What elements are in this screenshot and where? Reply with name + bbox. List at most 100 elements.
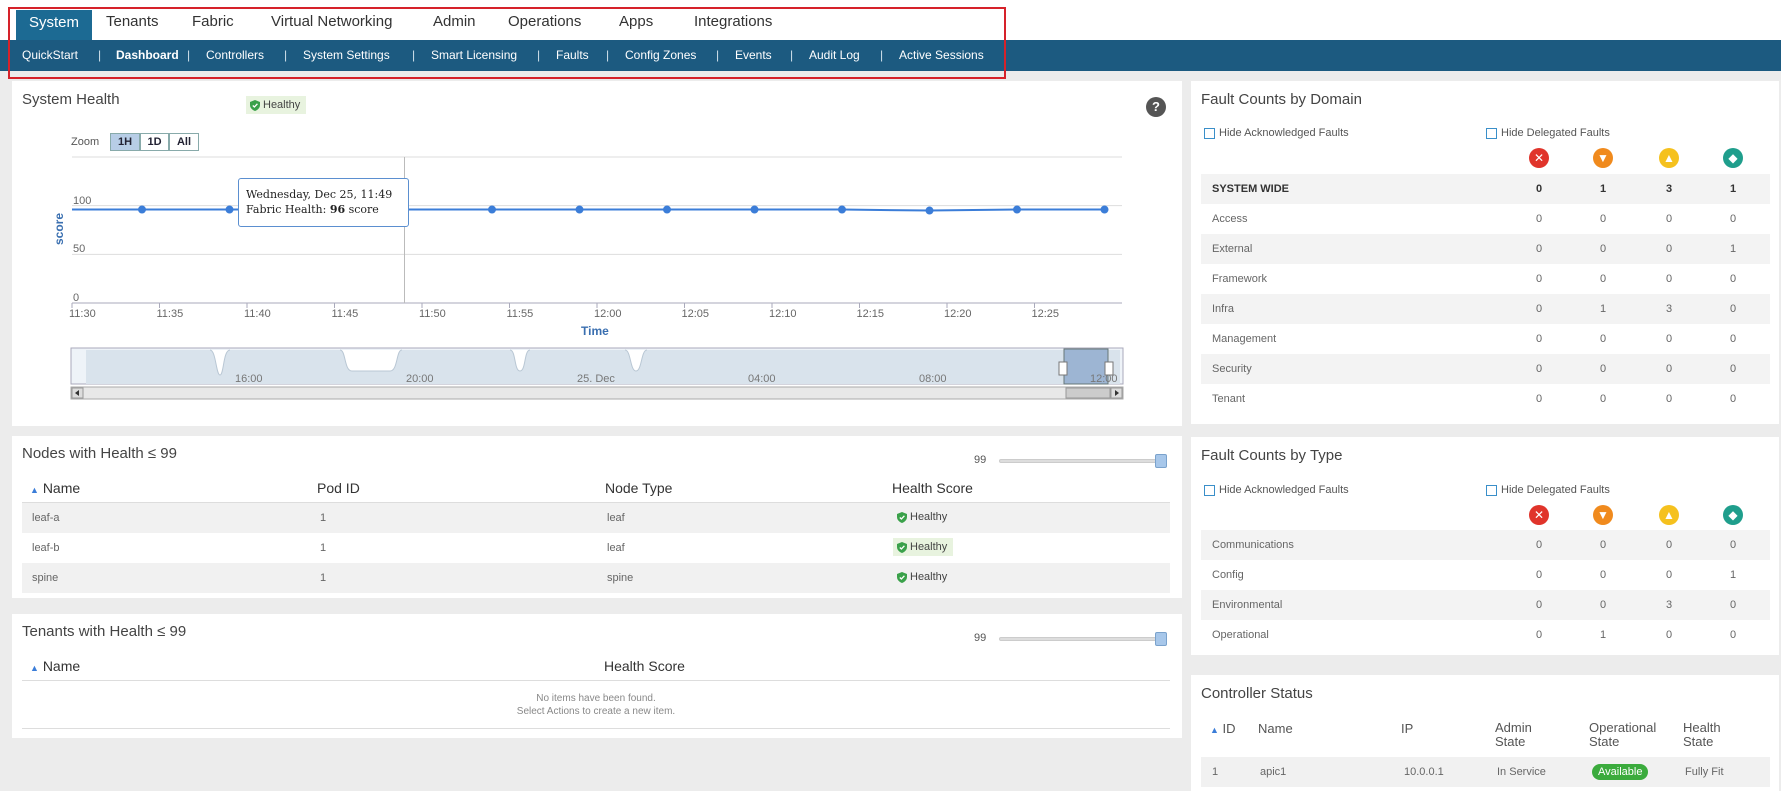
fault-count-cell[interactable]: 0 (1519, 183, 1559, 195)
ctrl-col-admin[interactable]: Admin State (1495, 721, 1532, 749)
fault-count-cell[interactable]: 0 (1519, 569, 1559, 581)
fault-row[interactable]: Config 0 0 0 1 (1201, 560, 1770, 590)
nodes-col-health[interactable]: Health Score (892, 480, 973, 496)
fault-row[interactable]: Communications 0 0 0 0 (1201, 530, 1770, 560)
fault-count-cell[interactable]: 0 (1519, 393, 1559, 405)
hide-deleg-checkbox[interactable] (1486, 128, 1497, 139)
fault-row[interactable]: Tenant 0 0 0 0 (1201, 384, 1770, 414)
hide-ack-checkbox[interactable] (1204, 485, 1215, 496)
fault-count-cell[interactable]: 3 (1649, 183, 1689, 195)
fault-row[interactable]: External 0 0 0 1 (1201, 234, 1770, 264)
tenants-col-health[interactable]: Health Score (604, 658, 685, 674)
nodes-col-type[interactable]: Node Type (605, 480, 672, 496)
fault-count-cell[interactable]: 1 (1583, 629, 1623, 641)
help-icon[interactable]: ? (1146, 97, 1166, 117)
subnav-smart-licensing[interactable]: Smart Licensing (431, 48, 517, 62)
fault-count-cell[interactable]: 0 (1713, 213, 1753, 225)
fault-count-cell[interactable]: 0 (1519, 213, 1559, 225)
zoom-all-button[interactable]: All (169, 133, 199, 151)
fault-count-cell[interactable]: 0 (1583, 393, 1623, 405)
tenants-health-slider[interactable] (999, 637, 1164, 641)
table-row[interactable]: spine 1 spine Healthy (22, 563, 1170, 593)
tab-system[interactable]: System (16, 10, 92, 41)
subnav-system-settings[interactable]: System Settings (303, 48, 390, 62)
table-row[interactable]: leaf-a 1 leaf Healthy (22, 503, 1170, 533)
fault-row[interactable]: Operational 0 1 0 0 (1201, 620, 1770, 650)
fault-count-cell[interactable]: 0 (1583, 243, 1623, 255)
tenants-slider-handle[interactable] (1155, 632, 1167, 646)
fault-count-cell[interactable]: 0 (1713, 303, 1753, 315)
fault-count-cell[interactable]: 1 (1713, 183, 1753, 195)
fault-count-cell[interactable]: 0 (1583, 273, 1623, 285)
subnav-quickstart[interactable]: QuickStart (22, 48, 78, 62)
tab-apps[interactable]: Apps (619, 13, 653, 30)
fault-count-cell[interactable]: 0 (1519, 599, 1559, 611)
subnav-controllers[interactable]: Controllers (206, 48, 264, 62)
fault-count-cell[interactable]: 0 (1583, 333, 1623, 345)
fault-count-cell[interactable]: 0 (1649, 243, 1689, 255)
hide-ack-checkbox[interactable] (1204, 128, 1215, 139)
fault-count-cell[interactable]: 0 (1519, 303, 1559, 315)
fault-row[interactable]: Infra 0 1 3 0 (1201, 294, 1770, 324)
fault-count-cell[interactable]: 0 (1649, 363, 1689, 375)
fault-count-cell[interactable]: 0 (1649, 629, 1689, 641)
fault-count-cell[interactable]: 0 (1519, 629, 1559, 641)
hide-deleg-checkbox[interactable] (1486, 485, 1497, 496)
fault-count-cell[interactable]: 0 (1583, 599, 1623, 611)
tab-tenants[interactable]: Tenants (106, 13, 159, 30)
fault-count-cell[interactable]: 0 (1713, 363, 1753, 375)
ctrl-col-name[interactable]: Name (1258, 721, 1293, 736)
nodes-slider-handle[interactable] (1155, 454, 1167, 468)
fault-count-cell[interactable]: 0 (1713, 333, 1753, 345)
subnav-dashboard[interactable]: Dashboard (116, 48, 179, 62)
fault-count-cell[interactable]: 0 (1519, 363, 1559, 375)
fault-row[interactable]: SYSTEM WIDE 0 1 3 1 (1201, 174, 1770, 204)
fault-count-cell[interactable]: 1 (1713, 243, 1753, 255)
fault-count-cell[interactable]: 0 (1649, 539, 1689, 551)
fault-count-cell[interactable]: 0 (1583, 539, 1623, 551)
fault-row[interactable]: Framework 0 0 0 0 (1201, 264, 1770, 294)
subnav-events[interactable]: Events (735, 48, 772, 62)
fault-count-cell[interactable]: 0 (1519, 333, 1559, 345)
subnav-audit-log[interactable]: Audit Log (809, 48, 860, 62)
subnav-faults[interactable]: Faults (556, 48, 589, 62)
fault-count-cell[interactable]: 0 (1649, 569, 1689, 581)
tab-admin[interactable]: Admin (433, 13, 476, 30)
subnav-config-zones[interactable]: Config Zones (625, 48, 696, 62)
tab-integrations[interactable]: Integrations (694, 13, 772, 30)
fault-count-cell[interactable]: 0 (1649, 393, 1689, 405)
subnav-active-sessions[interactable]: Active Sessions (899, 48, 984, 62)
fault-count-cell[interactable]: 0 (1649, 213, 1689, 225)
fault-count-cell[interactable]: 0 (1583, 213, 1623, 225)
nodes-col-name[interactable]: ▲ Name (30, 480, 80, 496)
ctrl-col-id[interactable]: ▲ ID (1210, 721, 1236, 736)
ctrl-col-health[interactable]: Health State (1683, 721, 1721, 749)
fault-count-cell[interactable]: 3 (1649, 303, 1689, 315)
fault-count-cell[interactable]: 3 (1649, 599, 1689, 611)
tenants-col-name[interactable]: ▲ Name (30, 658, 80, 674)
fault-count-cell[interactable]: 1 (1583, 183, 1623, 195)
fault-count-cell[interactable]: 0 (1649, 333, 1689, 345)
fault-count-cell[interactable]: 1 (1713, 569, 1753, 581)
fault-count-cell[interactable]: 0 (1713, 629, 1753, 641)
fault-count-cell[interactable]: 1 (1583, 303, 1623, 315)
zoom-1h-button[interactable]: 1H (110, 133, 140, 151)
fault-count-cell[interactable]: 0 (1583, 363, 1623, 375)
nodes-health-slider[interactable] (999, 459, 1164, 463)
tab-operations[interactable]: Operations (508, 13, 581, 30)
fault-count-cell[interactable]: 0 (1713, 273, 1753, 285)
tab-fabric[interactable]: Fabric (192, 13, 234, 30)
fault-count-cell[interactable]: 0 (1519, 539, 1559, 551)
fault-row[interactable]: Access 0 0 0 0 (1201, 204, 1770, 234)
tab-virtual-networking[interactable]: Virtual Networking (271, 13, 392, 30)
ctrl-col-op[interactable]: Operational State (1589, 721, 1656, 749)
fault-row[interactable]: Environmental 0 0 3 0 (1201, 590, 1770, 620)
nodes-col-pod[interactable]: Pod ID (317, 480, 360, 496)
table-row[interactable]: 1 apic1 10.0.0.1 In Service Available Fu… (1201, 757, 1770, 787)
table-row[interactable]: leaf-b 1 leaf Healthy (22, 533, 1170, 563)
fault-count-cell[interactable]: 0 (1519, 273, 1559, 285)
fault-row[interactable]: Management 0 0 0 0 (1201, 324, 1770, 354)
ctrl-col-ip[interactable]: IP (1401, 721, 1413, 736)
fault-count-cell[interactable]: 0 (1649, 273, 1689, 285)
fault-count-cell[interactable]: 0 (1713, 599, 1753, 611)
